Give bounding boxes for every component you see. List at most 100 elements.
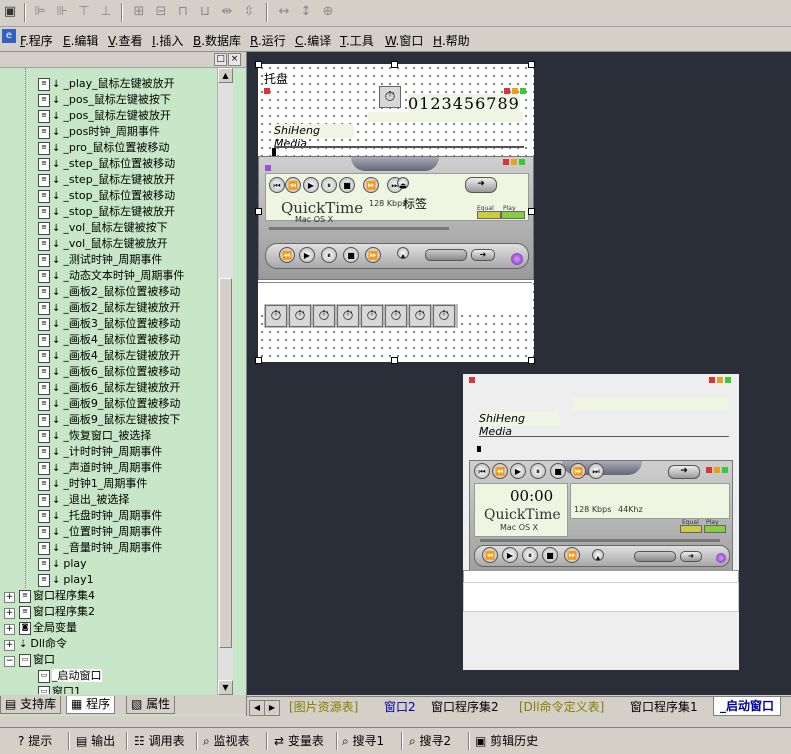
menu-icon[interactable]: [265, 165, 271, 171]
volume-slider[interactable]: [425, 249, 467, 261]
call-table-button[interactable]: ☷ 调用表: [134, 732, 185, 750]
close-icon[interactable]: ×: [228, 53, 241, 66]
stop-icon[interactable]: ■: [343, 247, 359, 263]
tree-event-item[interactable]: ≡ ↓ _计时时钟_周期事件: [38, 444, 162, 460]
tree-event-item[interactable]: ≡ ↓ _声道时钟_周期事件: [38, 460, 162, 476]
tree-event-item[interactable]: ≡ ↓ _画板6_鼠标左键被放开: [38, 380, 180, 396]
menu-run[interactable]: R.运行: [250, 32, 286, 49]
play-icon[interactable]: ▶: [502, 547, 518, 563]
tab-scroll-right-icon[interactable]: ▶: [264, 700, 280, 716]
progress-bar[interactable]: [480, 539, 720, 542]
startup-window-form[interactable]: ShiHeng Media ⏮ ⏪ ▶ ⏸ ■ ⏩ ⏭ ➜ 00:00 Quic…: [463, 374, 739, 670]
close-icon[interactable]: [264, 88, 270, 94]
tab-support-library[interactable]: ▤ 支持库: [0, 696, 62, 714]
search2-button[interactable]: ⌕ 搜寻2: [409, 732, 451, 750]
center-horizontal-icon[interactable]: ⊞: [130, 3, 148, 21]
tree-event-item[interactable]: ≡ ↓ _step_鼠标左键被放开: [38, 172, 175, 188]
equal-button[interactable]: [680, 525, 702, 533]
pause-icon[interactable]: ⏸: [321, 177, 337, 193]
seek-track[interactable]: [274, 146, 524, 148]
window-icon[interactable]: ▣: [1, 3, 19, 21]
repeat-icon[interactable]: ➜: [465, 177, 497, 193]
pause-icon[interactable]: ⏸: [321, 247, 337, 263]
progress-bar[interactable]: [269, 227, 449, 230]
fast-forward-icon[interactable]: ⏩: [564, 547, 580, 563]
play-mode-button[interactable]: [704, 525, 726, 533]
selection-handle[interactable]: [391, 61, 398, 68]
play-icon[interactable]: ▶: [299, 247, 315, 263]
tree-event-item[interactable]: ≡ ↓ _托盘时钟_周期事件: [38, 508, 162, 524]
seek-track[interactable]: [479, 436, 729, 437]
output-button[interactable]: ▤ 输出: [76, 732, 115, 750]
scroll-down-icon[interactable]: ▼: [218, 680, 233, 695]
tree-event-item[interactable]: ≡ ↓ _play_鼠标左键被放开: [38, 76, 175, 92]
tree-dll-commands[interactable]: ⇣ Dll命令: [19, 636, 67, 652]
rewind-icon[interactable]: ⏪: [482, 547, 498, 563]
tab-image-resources[interactable]: [图片资源表]: [289, 699, 358, 715]
close-icon[interactable]: [503, 159, 509, 165]
tree-event-item[interactable]: ≡ ↓ play1: [38, 572, 94, 588]
selection-handle[interactable]: [391, 357, 398, 364]
tree-window-1[interactable]: ▭ 窗口1: [38, 684, 81, 694]
restore-icon[interactable]: □: [214, 53, 227, 66]
tab-window2[interactable]: 窗口2: [384, 699, 416, 715]
tree-event-item[interactable]: ≡ ↓ _画板4_鼠标左键被放开: [38, 348, 180, 364]
tree-event-item[interactable]: ≡ ↓ _stop_鼠标位置被移动: [38, 188, 175, 204]
align-center-icon[interactable]: ⊪: [53, 3, 71, 21]
maximize-icon[interactable]: [519, 159, 525, 165]
space-vertical-icon[interactable]: ⇳: [240, 3, 258, 21]
minimize-icon[interactable]: [714, 467, 720, 473]
close-icon[interactable]: [469, 377, 475, 383]
tree-event-item[interactable]: ≡ ↓ _动态文本时钟_周期事件: [38, 268, 184, 284]
seek-marker[interactable]: [272, 148, 276, 156]
tree-event-item[interactable]: ≡ ↓ _pos时钟_周期事件: [38, 124, 160, 140]
prev-icon[interactable]: ⏮: [269, 177, 285, 193]
stop-icon[interactable]: ■: [550, 463, 566, 479]
play-mode-button[interactable]: [501, 211, 525, 219]
close-icon[interactable]: [504, 88, 510, 94]
selection-handle[interactable]: [528, 357, 535, 364]
tree-event-item[interactable]: ≡ ↓ _pos_鼠标左键被按下: [38, 92, 171, 108]
tree-event-item[interactable]: ≡ ↓ play: [38, 556, 87, 572]
stop-icon[interactable]: ■: [542, 547, 558, 563]
selection-handle[interactable]: [255, 61, 262, 68]
fast-forward-icon[interactable]: ⏩: [570, 463, 586, 479]
align-bottom-icon[interactable]: ⊥: [97, 3, 115, 21]
tree-scrollbar[interactable]: ▲ ▼: [217, 68, 233, 695]
stretch-vertical-icon[interactable]: ↕: [297, 3, 315, 21]
tree-event-item[interactable]: ≡ ↓ _pos_鼠标左键被放开: [38, 108, 171, 124]
variable-table-button[interactable]: ⇄ 变量表: [274, 732, 324, 750]
tab-dll-definitions[interactable]: [Dll命令定义表]: [519, 699, 604, 715]
prev-icon[interactable]: ⏮: [474, 463, 490, 479]
maximize-icon[interactable]: [725, 377, 731, 383]
tree-event-item[interactable]: ≡ ↓ _画板2_鼠标左键被放开: [38, 300, 180, 316]
equal-button[interactable]: [477, 211, 501, 219]
repeat-icon[interactable]: ➜: [471, 249, 495, 261]
tree-group-2[interactable]: ≡ 窗口程序集2: [19, 604, 95, 620]
collapse-icon[interactable]: −: [4, 656, 15, 667]
scroll-thumb[interactable]: [219, 278, 232, 648]
minimize-icon[interactable]: [717, 377, 723, 383]
tree-event-item[interactable]: ≡ ↓ _画板6_鼠标位置被移动: [38, 364, 180, 380]
maximize-icon[interactable]: [520, 88, 526, 94]
hint-button[interactable]: ? 提示: [18, 732, 52, 750]
rewind-icon[interactable]: ⏪: [492, 463, 508, 479]
selection-handle[interactable]: [255, 208, 262, 215]
same-height-icon[interactable]: ⊓: [174, 3, 192, 21]
selection-handle[interactable]: [528, 208, 535, 215]
center-vertical-icon[interactable]: ⊟: [152, 3, 170, 21]
repeat-icon[interactable]: ➜: [668, 465, 700, 479]
play-icon[interactable]: ▶: [303, 177, 319, 193]
expand-icon[interactable]: +: [4, 640, 15, 651]
repeat-icon[interactable]: ➜: [680, 551, 702, 562]
search1-button[interactable]: ⌕ 搜寻1: [342, 732, 384, 750]
menu-view[interactable]: V.查看: [108, 32, 143, 49]
tab-program[interactable]: ▦ 程序: [66, 696, 116, 714]
menu-window[interactable]: W.窗口: [385, 32, 423, 49]
watch-table-button[interactable]: ⌕ 监视表: [203, 732, 250, 750]
tab-properties[interactable]: ▧ 属性: [126, 696, 176, 714]
tree-event-item[interactable]: ≡ ↓ _恢复窗口_被选择: [38, 428, 151, 444]
menu-tools[interactable]: T.工具: [340, 32, 374, 49]
tree-windows[interactable]: ▭ 窗口: [19, 652, 55, 668]
pause-icon[interactable]: ⏸: [522, 547, 538, 563]
